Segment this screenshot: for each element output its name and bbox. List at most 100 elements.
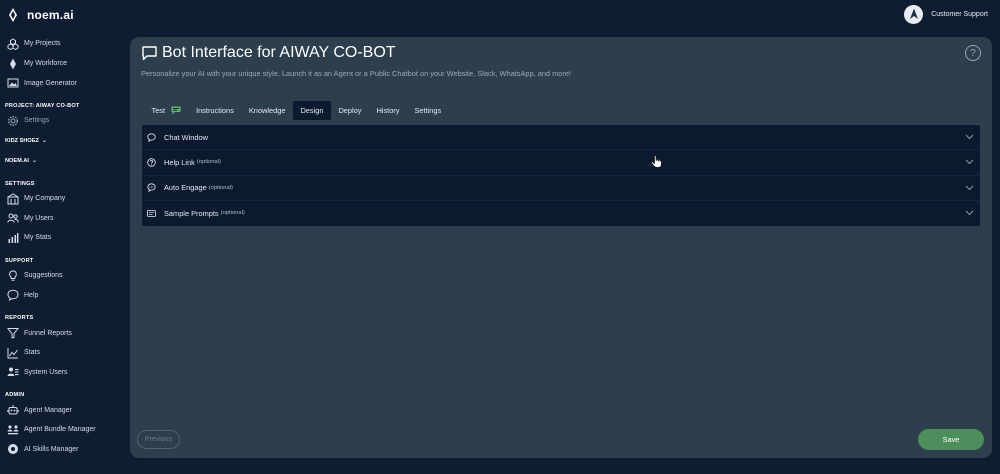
avatar bbox=[904, 4, 924, 24]
sidebar-item-label: My Company bbox=[24, 195, 66, 203]
chat-dots-icon bbox=[146, 183, 156, 193]
section-reports: REPORTS bbox=[5, 315, 34, 322]
sidebar-item-my-workforce[interactable]: My Workforce bbox=[0, 54, 128, 74]
sidebar-item-system-users[interactable]: System Users bbox=[0, 363, 128, 383]
chat-bubble-icon bbox=[146, 132, 156, 142]
funnel-icon bbox=[6, 327, 19, 340]
tab-label: History bbox=[376, 106, 400, 115]
sidebar-item-label: Help bbox=[24, 291, 39, 299]
chevron-down-icon bbox=[965, 185, 974, 190]
section-label: Chat Window bbox=[164, 132, 208, 142]
user-menu[interactable]: Customer Support bbox=[904, 4, 988, 24]
stats-icon bbox=[6, 231, 19, 244]
users-icon bbox=[6, 212, 19, 225]
sidebar: noem.ai My Projects My Workforce Image G… bbox=[0, 0, 128, 474]
tab-label: Settings bbox=[414, 106, 442, 115]
page-subtitle: Personalize your AI with your unique sty… bbox=[141, 69, 571, 78]
test-chat-icon bbox=[171, 106, 181, 115]
tab-deploy[interactable]: Deploy bbox=[331, 101, 369, 120]
design-sections: Chat Window Help Link (optional) Auto En… bbox=[142, 125, 980, 226]
sidebar-item-label: Settings bbox=[24, 117, 50, 125]
noem-logo-icon bbox=[909, 8, 918, 19]
tab-label: Instructions bbox=[196, 106, 234, 115]
tab-instructions[interactable]: Instructions bbox=[189, 101, 242, 120]
chat-bubble-icon bbox=[6, 289, 19, 302]
sidebar-item-label: Funnel Reports bbox=[24, 329, 72, 337]
sidebar-item-ai-skills-manager[interactable]: AI Skills Manager bbox=[0, 440, 128, 460]
robot-icon bbox=[6, 404, 19, 417]
projects-icon bbox=[6, 37, 19, 50]
section-label: Help Link bbox=[164, 157, 195, 167]
section-label: Auto Engage bbox=[164, 183, 207, 193]
chat-window-icon bbox=[142, 45, 157, 60]
tab-label: Knowledge bbox=[248, 106, 286, 115]
tab-label: Test bbox=[151, 106, 166, 115]
help-icon[interactable]: ? bbox=[965, 45, 981, 61]
tab-history[interactable]: History bbox=[369, 101, 407, 120]
sidebar-item-my-users[interactable]: My Users bbox=[0, 208, 128, 228]
previous-button[interactable]: Previous bbox=[137, 430, 180, 449]
section-help-link[interactable]: Help Link (optional) bbox=[142, 150, 980, 176]
brand[interactable]: noem.ai bbox=[8, 7, 74, 23]
noem-logo-icon bbox=[9, 8, 17, 22]
workforce-icon bbox=[6, 57, 19, 70]
bundle-icon bbox=[6, 423, 19, 436]
section-optional-tag: (optional) bbox=[196, 159, 221, 166]
chevron-down-icon bbox=[965, 211, 974, 216]
section-auto-engage[interactable]: Auto Engage (optional) bbox=[142, 176, 980, 201]
tab-design[interactable]: Design bbox=[292, 101, 331, 120]
toggle-kidz-shoez[interactable]: KIDZ SHOEZ ⌄ bbox=[0, 131, 128, 151]
sidebar-item-agent-manager[interactable]: Agent Manager bbox=[0, 400, 128, 420]
chevron-down-icon: ⌄ bbox=[31, 158, 37, 165]
prompts-list-icon bbox=[146, 208, 156, 218]
tab-bar: Test Instructions Knowledge Design Deplo… bbox=[144, 101, 449, 120]
section-chat-window[interactable]: Chat Window bbox=[142, 125, 980, 151]
chart-icon bbox=[6, 346, 19, 359]
section-optional-tag: (optional) bbox=[208, 184, 233, 191]
chevron-down-icon bbox=[965, 134, 974, 140]
skills-icon bbox=[6, 443, 19, 456]
section-label: Sample Prompts bbox=[164, 208, 219, 218]
toggle-label: NOEM.AI bbox=[5, 157, 29, 164]
section-optional-tag: (optional) bbox=[220, 210, 245, 217]
image-icon bbox=[6, 77, 19, 90]
sidebar-item-image-generator[interactable]: Image Generator bbox=[0, 73, 128, 93]
hand-cursor-icon bbox=[651, 155, 662, 168]
sidebar-item-label: AI Skills Manager bbox=[24, 445, 79, 453]
sidebar-item-my-projects[interactable]: My Projects bbox=[0, 34, 128, 54]
sidebar-item-funnel-reports[interactable]: Funnel Reports bbox=[0, 323, 128, 343]
section-support: SUPPORT bbox=[5, 257, 34, 264]
section-admin: ADMIN bbox=[5, 392, 25, 399]
system-users-icon bbox=[6, 366, 19, 379]
sidebar-item-label: Image Generator bbox=[24, 79, 77, 87]
tab-test[interactable]: Test bbox=[144, 101, 189, 120]
tab-knowledge[interactable]: Knowledge bbox=[241, 101, 293, 120]
chevron-down-icon: ⌄ bbox=[41, 138, 47, 145]
sidebar-item-label: Agent Manager bbox=[24, 406, 72, 414]
sidebar-item-agent-bundle-manager[interactable]: Agent Bundle Manager bbox=[0, 420, 128, 440]
chevron-down-icon bbox=[965, 160, 974, 165]
sidebar-item-label: My Stats bbox=[24, 234, 52, 242]
sidebar-nav: My Projects My Workforce Image Generator… bbox=[0, 34, 128, 459]
brand-name: noem.ai bbox=[27, 8, 74, 22]
toggle-noem-ai[interactable]: NOEM.AI ⌄ bbox=[0, 151, 128, 171]
user-name: Customer Support bbox=[931, 10, 988, 18]
sidebar-item-help[interactable]: Help bbox=[0, 286, 128, 306]
company-icon bbox=[6, 192, 19, 205]
section-settings: SETTINGS bbox=[5, 180, 35, 187]
sidebar-item-settings[interactable]: Settings bbox=[0, 111, 128, 131]
save-button[interactable]: Save bbox=[918, 429, 984, 450]
sidebar-item-my-company[interactable]: My Company bbox=[0, 189, 128, 209]
page-title: Bot Interface for AIWAY CO-BOT bbox=[141, 44, 396, 62]
section-sample-prompts[interactable]: Sample Prompts (optional) bbox=[142, 201, 980, 226]
sidebar-item-label: My Users bbox=[24, 214, 54, 222]
tab-label: Deploy bbox=[338, 106, 362, 115]
sidebar-item-label: My Workforce bbox=[24, 60, 68, 68]
toggle-label: KIDZ SHOEZ bbox=[5, 137, 39, 144]
tab-settings[interactable]: Settings bbox=[407, 101, 449, 120]
question-circle-icon bbox=[146, 157, 156, 167]
sidebar-item-my-stats[interactable]: My Stats bbox=[0, 228, 128, 248]
sidebar-item-label: Stats bbox=[24, 349, 40, 357]
sidebar-item-stats[interactable]: Stats bbox=[0, 343, 128, 363]
sidebar-item-suggestions[interactable]: Suggestions bbox=[0, 266, 128, 286]
